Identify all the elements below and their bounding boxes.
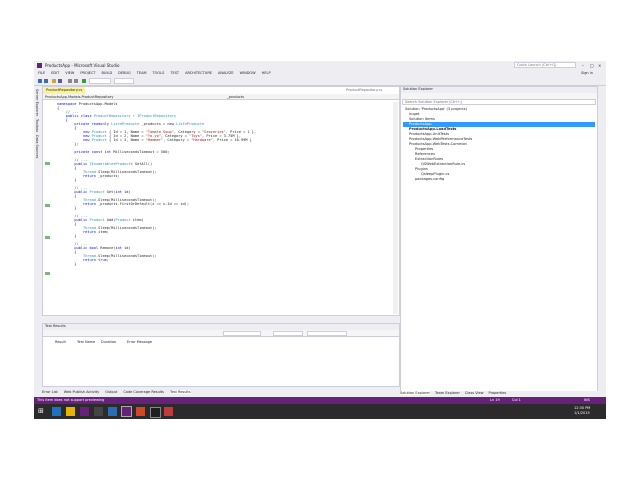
windows-start-icon[interactable]: ⊞ <box>38 407 47 416</box>
test-indicator-icon[interactable] <box>45 204 50 207</box>
test-run-select[interactable] <box>223 331 261 336</box>
screen-letterbox-bottom <box>0 419 640 480</box>
windows-taskbar: ⊞ 12:30 PM 1/1/2015 <box>34 404 606 419</box>
window-title: ProductsApp - Microsoft Visual Studio <box>45 63 120 68</box>
status-message: This item does not support previewing <box>37 398 105 402</box>
tab-error-list[interactable]: Error List <box>42 390 58 394</box>
minimize-icon[interactable]: – <box>582 63 584 68</box>
forward-icon[interactable] <box>44 79 48 83</box>
open-icon[interactable] <box>52 79 56 83</box>
solution-tree: Solution 'ProductsApp' (3 projects) nuge… <box>403 107 595 182</box>
clock-time: 12:30 PM <box>574 406 591 410</box>
menu-test[interactable]: TEST <box>170 71 179 75</box>
screen-letterbox-top <box>0 0 640 61</box>
solution-search-input[interactable]: Search Solution Explorer (Ctrl+;) <box>402 99 596 105</box>
solution-config-select[interactable] <box>89 78 111 84</box>
test-indicator-icon[interactable] <box>45 162 50 165</box>
data-sources-tab[interactable]: Data Sources <box>35 135 39 158</box>
visual-studio-icon[interactable] <box>80 407 89 416</box>
code-editor[interactable]: ProductRepository.cs ProductRepository.c… <box>42 86 400 316</box>
tab-team-explorer[interactable]: Team Explorer <box>435 391 460 395</box>
server-explorer-tab[interactable]: Server Explorer <box>35 89 39 116</box>
menu-debug[interactable]: DEBUG <box>118 71 131 75</box>
menu-view[interactable]: VIEW <box>65 71 74 75</box>
file-explorer-icon[interactable] <box>66 407 75 416</box>
tab-code-coverage[interactable]: Code Coverage Results <box>123 390 164 394</box>
test-results-panel: Test Results Result Test Name Duration E… <box>42 323 400 387</box>
app-icon[interactable] <box>108 407 117 416</box>
document-tab-active[interactable]: ProductRepository.cs <box>43 87 86 94</box>
col-duration[interactable]: Duration <box>101 340 116 344</box>
undo-icon[interactable] <box>68 79 72 83</box>
menu-team[interactable]: TEAM <box>137 71 147 75</box>
tree-item[interactable]: packages.config <box>403 177 595 182</box>
solution-explorer: Solution Explorer Search Solution Explor… <box>400 86 598 397</box>
col-error-message[interactable]: Error Message <box>127 340 152 344</box>
bottom-panel-tabs: Error List Web Publish Activity Output Code… <box>42 390 400 397</box>
cmd-icon[interactable] <box>94 407 103 416</box>
menu-file[interactable]: FILE <box>38 71 45 75</box>
group-by-select[interactable] <box>273 331 303 336</box>
code-text[interactable]: namespace ProductsApp.Models { // ... pu… <box>57 102 397 314</box>
menu-help[interactable]: HELP <box>262 71 271 75</box>
editor-scrollbar[interactable] <box>393 102 398 314</box>
visual-studio-window: ProductsApp - Microsoft Visual Studio Qu… <box>34 61 606 419</box>
nav-member-dropdown[interactable]: _products <box>227 95 244 99</box>
status-ins: INS <box>584 398 590 402</box>
toolbar <box>34 77 606 86</box>
title-bar: ProductsApp - Microsoft Visual Studio Qu… <box>34 61 606 70</box>
menu-build[interactable]: BUILD <box>102 71 113 75</box>
test-indicator-icon[interactable] <box>45 272 50 275</box>
status-bar: This item does not support previewing Ln… <box>34 397 606 404</box>
col-test-name[interactable]: Test Name <box>77 340 95 344</box>
menu-analyze[interactable]: ANALYZE <box>218 71 234 75</box>
test-indicator-icon[interactable] <box>45 236 50 239</box>
terminal-icon[interactable] <box>150 407 161 418</box>
col-result[interactable]: Result <box>55 340 66 344</box>
tab-properties[interactable]: Properties <box>489 391 507 395</box>
right-tool-tabs <box>598 86 606 386</box>
redo-icon[interactable] <box>74 79 78 83</box>
document-tab-preview[interactable]: ProductRepository.cs <box>343 87 385 94</box>
platform-select[interactable] <box>114 78 134 84</box>
tab-web-publish[interactable]: Web Publish Activity <box>64 390 99 394</box>
nav-type-dropdown[interactable]: ProductsApp.Models.ProductRepository <box>45 95 113 99</box>
ie-icon[interactable] <box>52 407 61 416</box>
maximize-icon[interactable]: □ <box>590 63 594 68</box>
vs-logo-icon <box>37 63 42 68</box>
status-col: Col 1 <box>512 398 521 402</box>
test-results-columns: Result Test Name Duration Error Message <box>43 340 399 346</box>
quick-launch-input[interactable]: Quick Launch (Ctrl+Q) <box>514 62 576 68</box>
tab-solution-explorer[interactable]: Solution Explorer <box>400 391 430 395</box>
navigation-bar: ProductsApp.Models.ProductRepository _pr… <box>43 94 399 100</box>
sign-in-link[interactable]: Sign in <box>581 71 593 75</box>
save-icon[interactable] <box>58 79 62 83</box>
tab-output[interactable]: Output <box>105 390 117 394</box>
visual-studio-active-icon[interactable] <box>121 406 132 417</box>
editor-gutter <box>43 102 57 314</box>
menu-architecture[interactable]: ARCHITECTURE <box>185 71 212 75</box>
tab-class-view[interactable]: Class View <box>465 391 484 395</box>
clock-date: 1/1/2015 <box>574 411 590 415</box>
start-icon[interactable] <box>82 79 86 83</box>
tab-test-results[interactable]: Test Results <box>169 390 191 394</box>
test-search-input[interactable] <box>307 331 347 336</box>
menu-edit[interactable]: EDIT <box>51 71 59 75</box>
menu-project[interactable]: PROJECT <box>80 71 95 75</box>
status-line: Ln 19 <box>490 398 500 402</box>
menu-window[interactable]: WINDOW <box>240 71 256 75</box>
menu-tools[interactable]: TOOLS <box>153 71 165 75</box>
close-icon[interactable]: × <box>598 63 601 68</box>
test-results-toolbar <box>43 330 399 337</box>
back-icon[interactable] <box>38 79 42 83</box>
left-tool-tabs: Server Explorer Toolbox Data Sources <box>34 86 42 386</box>
toolbox-tab[interactable]: Toolbox <box>35 119 39 132</box>
powerpoint-icon[interactable] <box>136 407 145 416</box>
recorder-icon[interactable] <box>164 407 173 416</box>
menu-bar: FILE EDIT VIEW PROJECT BUILD DEBUG TEAM TOOLS TE… <box>34 70 606 77</box>
